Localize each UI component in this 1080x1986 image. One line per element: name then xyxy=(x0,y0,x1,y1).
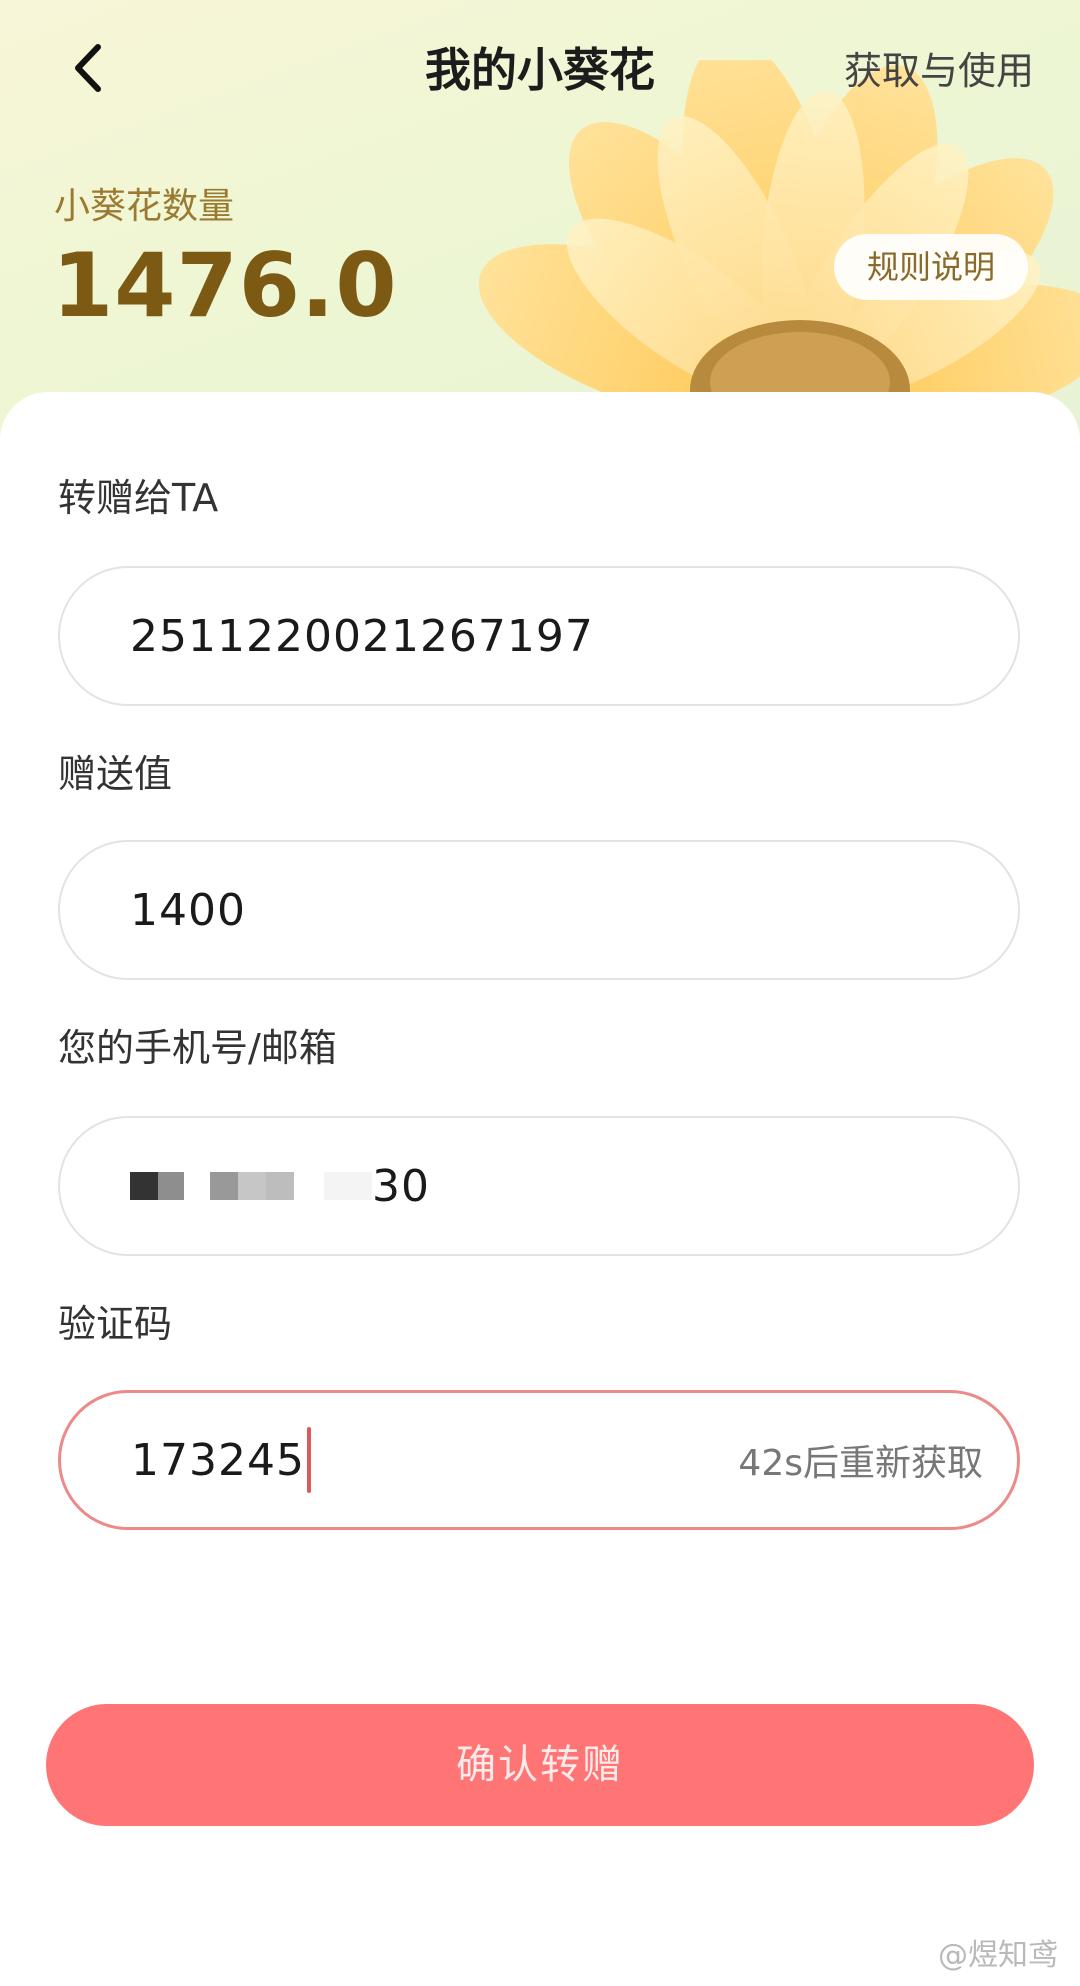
redacted-mask xyxy=(266,1172,294,1200)
redacted-mask xyxy=(184,1172,210,1200)
redacted-mask xyxy=(130,1172,158,1200)
contact-field[interactable]: 30 xyxy=(58,1116,1020,1256)
recipient-label: 转赠给TA xyxy=(58,476,219,520)
verification-code-field[interactable]: 173245 42s后重新获取 xyxy=(58,1390,1020,1530)
redacted-mask xyxy=(238,1172,266,1200)
redacted-mask xyxy=(210,1172,238,1200)
redacted-mask xyxy=(158,1172,184,1200)
code-value-wrap: 173245 xyxy=(131,1393,311,1527)
header-background: 我的小葵花 获取与使用 小葵花数量 1476.0 规则说明 xyxy=(0,0,1080,440)
code-value: 173245 xyxy=(131,1434,305,1486)
get-and-use-link[interactable]: 获取与使用 xyxy=(844,44,1034,98)
code-label: 验证码 xyxy=(58,1302,173,1346)
contact-value: 30 xyxy=(130,1118,430,1254)
amount-value: 1400 xyxy=(130,884,246,936)
balance-value: 1476.0 xyxy=(52,234,398,337)
recipient-value: 2511220021267197 xyxy=(130,610,594,662)
rules-button[interactable]: 规则说明 xyxy=(834,234,1028,300)
amount-field[interactable]: 1400 xyxy=(58,840,1020,980)
watermark: @煜知鸢 xyxy=(938,1938,1058,1973)
redacted-mask xyxy=(324,1172,372,1200)
contact-visible-suffix: 30 xyxy=(372,1160,430,1212)
confirm-transfer-button[interactable]: 确认转赠 xyxy=(46,1704,1034,1826)
balance-label: 小葵花数量 xyxy=(54,186,235,227)
contact-label: 您的手机号/邮箱 xyxy=(58,1026,337,1070)
resend-countdown[interactable]: 42s后重新获取 xyxy=(738,1393,983,1527)
text-caret xyxy=(306,1427,311,1493)
recipient-field[interactable]: 2511220021267197 xyxy=(58,566,1020,706)
amount-label: 赠送值 xyxy=(58,752,173,796)
redacted-mask xyxy=(294,1172,324,1200)
